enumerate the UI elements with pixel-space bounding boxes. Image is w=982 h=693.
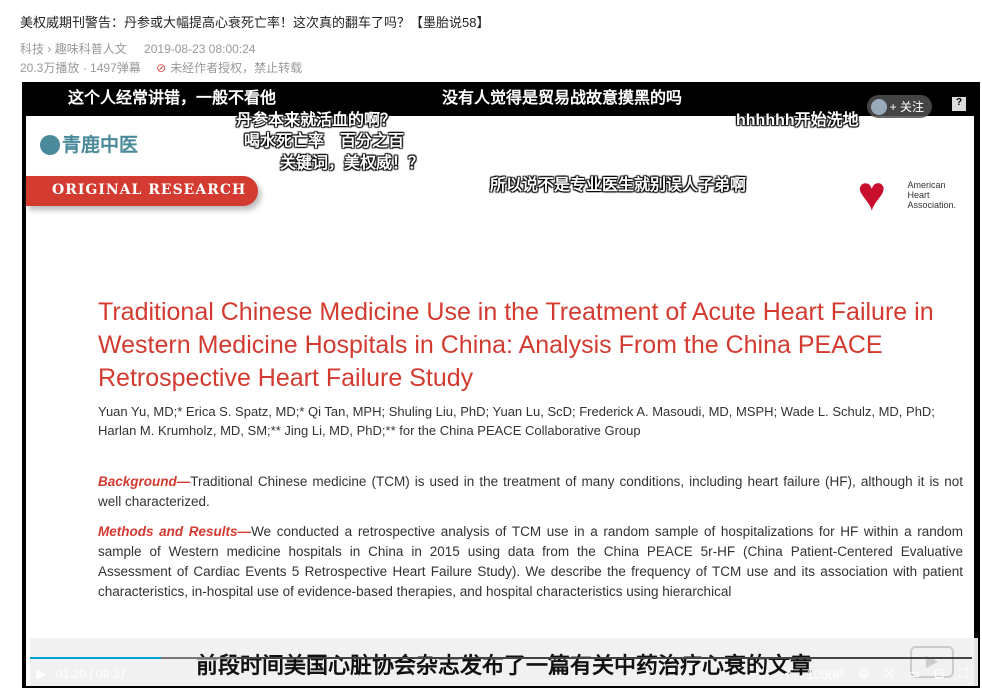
settings-icon[interactable]: ⚙	[858, 666, 870, 682]
play-icon[interactable]: ▶	[36, 666, 46, 682]
time-display: 01:20 / 09:37	[56, 667, 127, 681]
danmaku-comment: 所以说不是专业医生就别误人子弟啊	[490, 177, 747, 194]
danmaku-count: 1497弹幕	[90, 61, 141, 75]
abstract-methods: Methods and Results—We conducted a retro…	[98, 524, 963, 599]
category-link[interactable]: 科技	[20, 42, 44, 56]
video-stats: 20.3万播放 · 1497弹幕 ⊘ 未经作者授权，禁止转载	[20, 61, 303, 75]
video-title: 美权威期刊警告：丹参或大幅提高心衰死亡率！这次真的翻车了吗？【墨胎说58】	[20, 15, 490, 30]
heart-torch-icon: ♥	[857, 168, 886, 221]
abstract-background: Background—Traditional Chinese medicine …	[98, 474, 963, 509]
paper-title: Traditional Chinese Medicine Use in the …	[98, 298, 934, 392]
subcategory-link[interactable]: 趣味科普人文	[55, 42, 127, 56]
web-fullscreen-icon[interactable]: ⊡	[934, 666, 945, 682]
view-count: 20.3万播放	[20, 61, 80, 75]
fullscreen-icon[interactable]: ⛶	[959, 666, 968, 682]
paper-authors: Yuan Yu, MD;* Erica S. Spatz, MD;* Qi Ta…	[98, 404, 935, 438]
video-frame: 青鹿中医 ORIGINAL RESEARCH ♥ American Heart As…	[26, 116, 978, 686]
player-controls: ▶ 01:20 / 09:37 🔈︎ 1080P ⚙ ⛝ ▭ ⊡ ⛶	[22, 662, 980, 688]
danmaku-comment: hhhhhh开始洗地	[736, 112, 859, 129]
help-button[interactable]: ?	[952, 97, 966, 111]
quality-selector[interactable]: 1080P	[807, 667, 845, 682]
article-type-label: ORIGINAL RESEARCH	[26, 176, 258, 206]
danmaku-comment: 关键词，美权威！？	[280, 155, 425, 172]
danmaku-toggle-icon[interactable]: ⛝	[884, 666, 894, 682]
follow-button[interactable]: + 关注	[866, 95, 932, 118]
volume-icon[interactable]: 🔈︎	[785, 666, 793, 682]
video-player[interactable]: 青鹿中医 ORIGINAL RESEARCH ♥ American Heart As…	[22, 82, 980, 688]
channel-logo: 青鹿中医	[40, 130, 138, 157]
video-meta: 科技 › 趣味科普人文 2019-08-23 08:00:24	[20, 42, 256, 56]
publish-date: 2019-08-23 08:00:24	[144, 42, 256, 56]
danmaku-comment: 没有人觉得是贸易战故意摸黑的吗	[442, 90, 683, 107]
copyright-notice: 未经作者授权，禁止转载	[170, 61, 303, 75]
no-repost-icon: ⊘	[156, 61, 167, 75]
aha-logo: ♥ American Heart Association.	[857, 168, 956, 221]
danmaku-comment: 喝水死亡率 百分之百	[244, 133, 405, 150]
widescreen-icon[interactable]: ▭	[908, 666, 920, 682]
danmaku-comment: 这个人经常讲错，一般不看他	[68, 90, 277, 107]
progress-bar[interactable]	[30, 657, 972, 659]
avatar	[870, 99, 887, 115]
